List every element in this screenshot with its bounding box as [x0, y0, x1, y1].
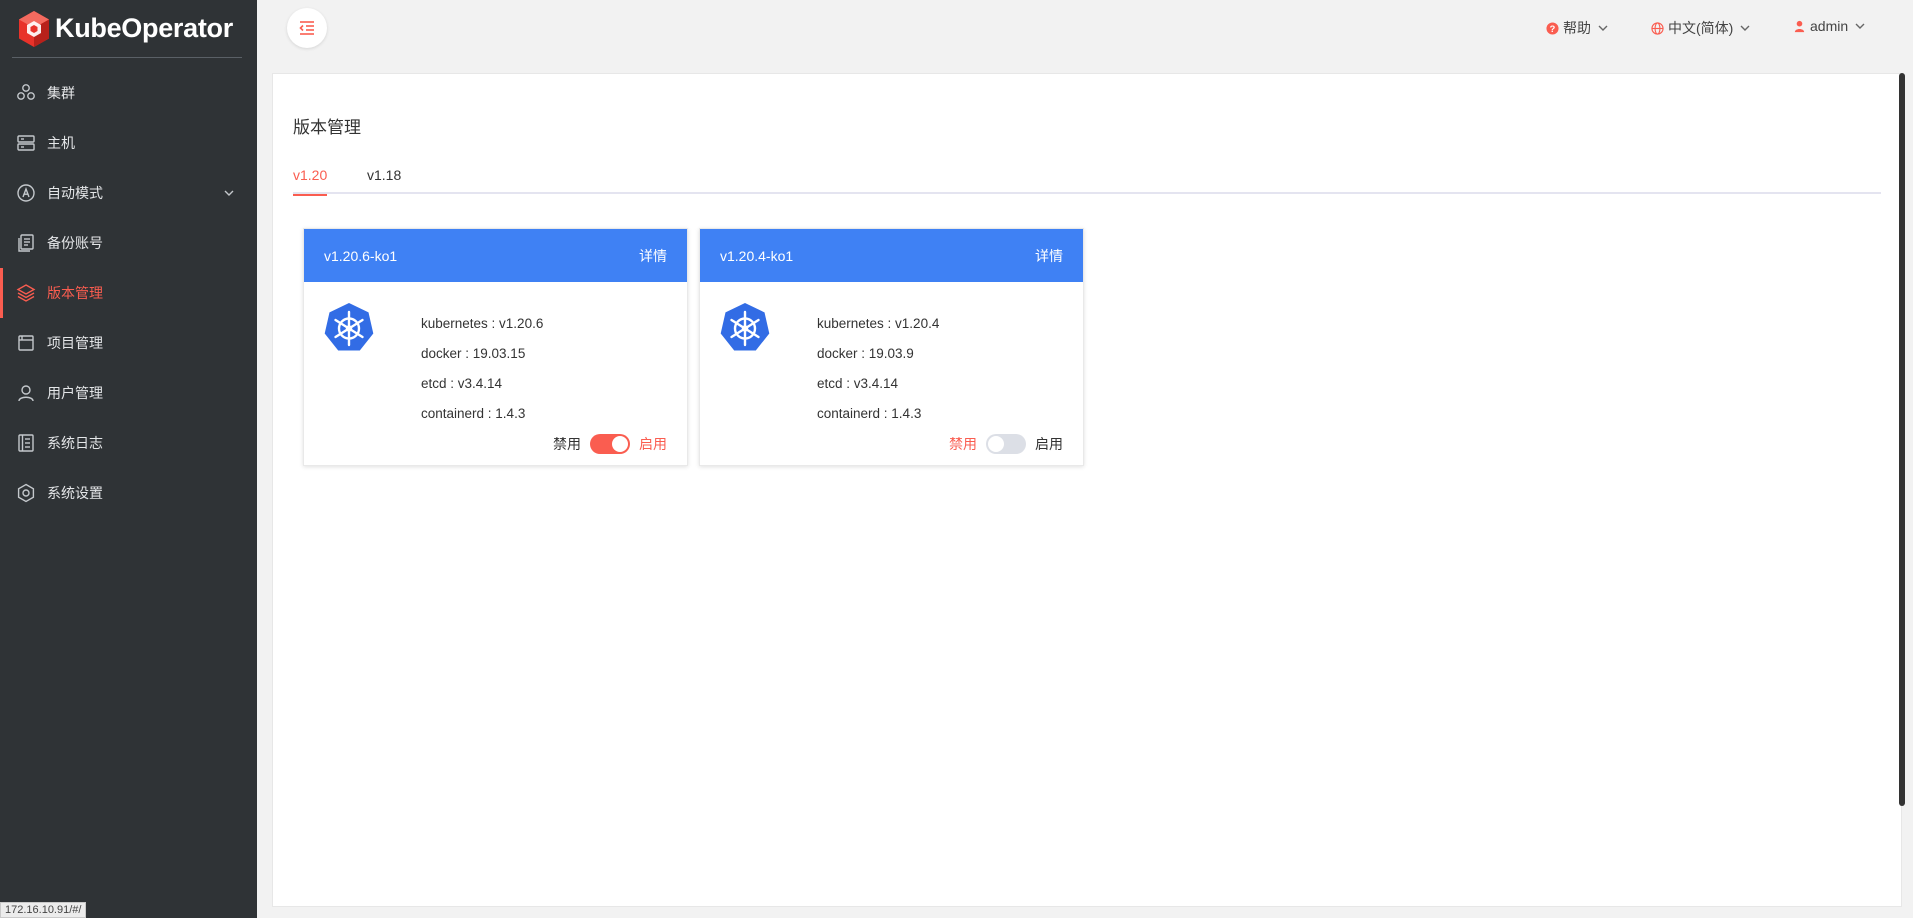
switch-knob: [612, 436, 628, 452]
sidebar-item-project-management[interactable]: 项目管理: [0, 318, 257, 368]
user-menu[interactable]: admin: [1793, 18, 1866, 34]
sidebar-item-label: 主机: [47, 135, 75, 151]
chevron-down-icon: [1597, 22, 1609, 34]
version-card: v1.20.6-ko1 详情 kubernetes : v1.20.6 dock…: [303, 228, 688, 466]
globe-icon: [1651, 21, 1664, 35]
detail-link[interactable]: 详情: [1035, 246, 1063, 266]
sidebar-item-backup-account[interactable]: 备份账号: [0, 218, 257, 268]
sidebar-item-label: 用户管理: [47, 385, 103, 401]
enable-label: 启用: [1035, 436, 1063, 452]
page-title: 版本管理: [293, 118, 361, 137]
disable-label: 禁用: [553, 436, 581, 452]
docker-version: docker : 19.03.9: [817, 346, 914, 361]
status-url: 172.16.10.91/#/: [0, 902, 87, 918]
containerd-version: containerd : 1.4.3: [421, 406, 526, 421]
switch-knob: [988, 436, 1004, 452]
detail-link[interactable]: 详情: [639, 246, 667, 266]
tab-v1-20[interactable]: v1.20: [293, 164, 328, 196]
user-icon: [16, 383, 36, 403]
help-menu[interactable]: ? 帮助: [1546, 18, 1609, 38]
svg-text:?: ?: [1550, 23, 1556, 33]
server-icon: [16, 133, 36, 153]
language-label: 中文(简体): [1668, 20, 1734, 36]
sidebar-item-auto-mode[interactable]: 自动模式: [0, 168, 257, 218]
sidebar-item-host[interactable]: 主机: [0, 118, 257, 168]
app-name: KubeOperator: [55, 13, 233, 43]
sidebar-item-label: 自动模式: [47, 185, 103, 201]
cluster-icon: [16, 83, 36, 103]
project-icon: [16, 333, 36, 353]
user-icon: [1793, 20, 1806, 33]
sidebar-item-label: 集群: [47, 85, 75, 101]
kubernetes-icon: [324, 303, 374, 351]
sidebar-item-label: 系统日志: [47, 435, 103, 451]
sidebar-item-cluster[interactable]: 集群: [0, 68, 257, 118]
enable-toggle-row: 禁用 启用: [949, 434, 1063, 454]
etcd-version: etcd : v3.4.14: [817, 376, 899, 391]
version-tabs: v1.20 v1.18: [293, 164, 1881, 196]
main-panel: 版本管理 v1.20 v1.18 v1.20.6-ko1 详情 kubernet…: [272, 73, 1902, 907]
card-header: v1.20.4-ko1 详情: [700, 229, 1083, 282]
backup-icon: [16, 233, 36, 253]
sidebar-item-label: 系统设置: [47, 485, 103, 501]
auto-mode-icon: [16, 183, 36, 203]
version-card: v1.20.4-ko1 详情 kubernetes : v1.20.4 dock…: [699, 228, 1084, 466]
sidebar-collapse-button[interactable]: [287, 8, 327, 48]
app-logo[interactable]: KubeOperator: [12, 0, 242, 58]
kubernetes-version: kubernetes : v1.20.6: [421, 316, 544, 331]
layers-icon: [16, 283, 36, 303]
sidebar-item-system-settings[interactable]: 系统设置: [0, 468, 257, 518]
enable-switch[interactable]: [986, 434, 1026, 454]
sidebar-item-label: 备份账号: [47, 235, 103, 251]
enable-label: 启用: [639, 436, 667, 452]
version-name: v1.20.4-ko1: [720, 247, 794, 264]
enable-switch[interactable]: [590, 434, 630, 454]
containerd-version: containerd : 1.4.3: [817, 406, 922, 421]
chevron-down-icon: [1739, 22, 1751, 34]
sidebar-item-user-management[interactable]: 用户管理: [0, 368, 257, 418]
chevron-down-icon: [223, 186, 235, 198]
sidebar-nav: 集群 主机 自动模式 备份账号 版本管理 项目管理 用户管理 系统日志 系统设置: [0, 68, 257, 518]
sidebar: KubeOperator 集群 主机 自动模式 备份账号 版本管理 项目管理 用…: [0, 0, 257, 918]
sidebar-item-version-management[interactable]: 版本管理: [0, 268, 257, 318]
sidebar-item-system-log[interactable]: 系统日志: [0, 418, 257, 468]
kubernetes-version: kubernetes : v1.20.4: [817, 316, 940, 331]
kubernetes-icon: [720, 303, 770, 351]
enable-toggle-row: 禁用 启用: [553, 434, 667, 454]
card-header: v1.20.6-ko1 详情: [304, 229, 687, 282]
sidebar-item-label: 版本管理: [47, 285, 103, 301]
menu-fold-icon: [299, 21, 314, 35]
settings-icon: [16, 483, 36, 503]
log-icon: [16, 433, 36, 453]
vertical-scrollbar[interactable]: [1899, 73, 1905, 806]
version-name: v1.20.6-ko1: [324, 247, 398, 264]
component-versions: kubernetes : v1.20.4 docker : 19.03.9 et…: [817, 309, 939, 429]
disable-label: 禁用: [949, 436, 977, 452]
help-label: 帮助: [1563, 20, 1591, 36]
sidebar-item-label: 项目管理: [47, 335, 103, 351]
kubeoperator-logo-icon: [19, 10, 49, 47]
docker-version: docker : 19.03.15: [421, 346, 526, 361]
etcd-version: etcd : v3.4.14: [421, 376, 503, 391]
component-versions: kubernetes : v1.20.6 docker : 19.03.15 e…: [421, 309, 543, 429]
chevron-down-icon: [1854, 20, 1866, 32]
tab-v1-18[interactable]: v1.18: [367, 164, 401, 194]
language-menu[interactable]: 中文(简体): [1651, 18, 1751, 38]
question-circle-icon: ?: [1546, 21, 1559, 35]
user-name: admin: [1810, 18, 1849, 34]
